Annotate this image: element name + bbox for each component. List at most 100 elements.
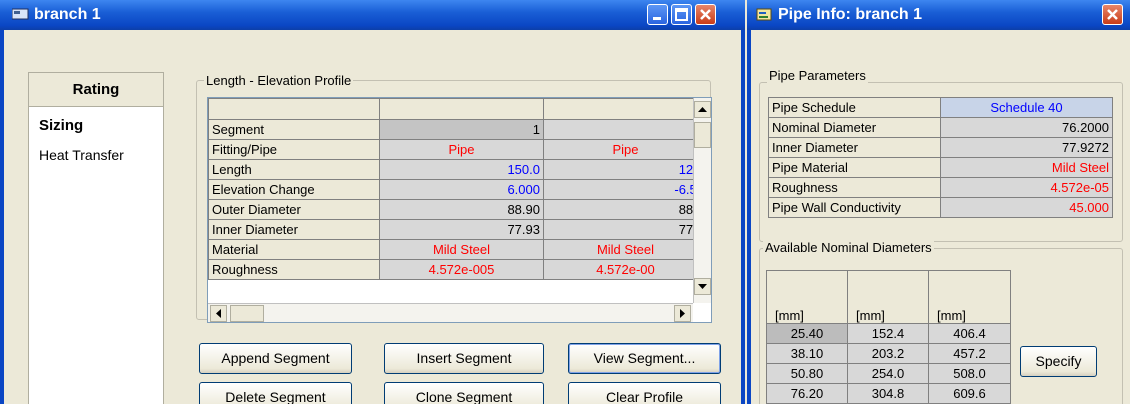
diameter-cell[interactable]: 76.20 <box>766 383 848 404</box>
param-value[interactable]: Mild Steel <box>940 157 1113 178</box>
tab-sizing-label: Sizing <box>39 117 84 134</box>
grid-cell[interactable]: 88.90 <box>379 199 544 220</box>
nominal-diameters-label: Available Nominal Diameters <box>763 240 934 255</box>
grid-header-row: [mm] [mm] [mm] <box>766 270 1011 324</box>
tab-sizing[interactable]: Sizing <box>39 117 83 134</box>
param-label: Inner Diameter <box>768 137 941 158</box>
close-icon[interactable] <box>1102 4 1123 25</box>
table-row: Fitting/Pipe Pipe Pipe <box>208 139 711 160</box>
column-header: [mm] <box>766 270 848 324</box>
delete-segment-button[interactable]: Delete Segment <box>199 382 352 404</box>
diameter-cell[interactable]: 50.80 <box>766 363 848 384</box>
window-frame-left <box>747 30 751 404</box>
pipe-window-icon <box>756 7 772 23</box>
param-value[interactable]: 45.000 <box>940 197 1113 218</box>
table-row: 76.20 304.8 609.6 <box>766 383 1011 404</box>
param-value[interactable]: 76.2000 <box>940 117 1113 138</box>
pipe-info-window: Pipe Info: branch 1 Pipe Parameters Pipe… <box>747 0 1130 404</box>
specify-button[interactable]: Specify <box>1020 346 1097 377</box>
grid-cell[interactable]: 125. <box>543 159 708 180</box>
row-label: Roughness <box>208 259 380 280</box>
param-label: Pipe Wall Conductivity <box>768 197 941 218</box>
close-icon[interactable] <box>695 4 716 25</box>
param-label: Pipe Material <box>768 157 941 178</box>
grid-cell[interactable] <box>543 119 708 140</box>
tab-heat-transfer[interactable]: Heat Transfer <box>39 147 124 163</box>
grid-cell[interactable]: 77.93 <box>379 219 544 240</box>
window-frame-right <box>741 30 745 404</box>
clone-segment-label: Clone Segment <box>415 389 513 404</box>
grid-cell[interactable]: 88.9 <box>543 199 708 220</box>
nominal-diameters-grid: [mm] [mm] [mm] 25.40 152.4 406.4 38.10 203.2 457… <box>766 270 1011 404</box>
param-label: Pipe Schedule <box>768 97 941 118</box>
diameter-cell[interactable]: 254.0 <box>847 363 929 384</box>
grid-cell[interactable]: 150.0 <box>379 159 544 180</box>
grid-cell[interactable]: Pipe <box>543 139 708 160</box>
profile-group-label: Length - Elevation Profile <box>204 73 354 88</box>
row-label: Segment <box>208 119 380 140</box>
table-row: Pipe Wall Conductivity 45.000 <box>768 197 1113 218</box>
scroll-down-icon[interactable] <box>694 278 711 295</box>
grid-vertical-scrollbar[interactable] <box>693 98 711 303</box>
param-value[interactable]: 4.572e-05 <box>940 177 1113 198</box>
append-segment-button[interactable]: Append Segment <box>199 343 352 374</box>
scroll-left-icon[interactable] <box>210 305 227 322</box>
grid-header-row <box>208 98 711 120</box>
pipe-info-title: Pipe Info: branch 1 <box>778 6 923 23</box>
view-segment-button[interactable]: View Segment... <box>568 343 721 374</box>
hscroll-thumb[interactable] <box>230 305 264 322</box>
insert-segment-button[interactable]: Insert Segment <box>384 343 544 374</box>
row-label: Fitting/Pipe <box>208 139 380 160</box>
diameter-cell[interactable]: 25.40 <box>766 323 848 344</box>
table-row: 50.80 254.0 508.0 <box>766 363 1011 384</box>
grid-horizontal-scrollbar[interactable] <box>208 303 693 322</box>
branch-window-title: branch 1 <box>34 6 101 23</box>
column-header: [mm] <box>928 270 1011 324</box>
tab-panel: Rating Sizing Heat Transfer <box>28 72 164 404</box>
grid-cell[interactable]: 4.572e-005 <box>379 259 544 280</box>
table-row: Pipe Material Mild Steel <box>768 157 1113 178</box>
grid-cell[interactable]: 1 <box>379 119 544 140</box>
table-row: Inner Diameter 77.93 77.9 <box>208 219 711 240</box>
pipe-parameters-grid: Pipe Schedule Schedule 40 Nominal Diameter… <box>768 97 1113 218</box>
row-label: Inner Diameter <box>208 219 380 240</box>
branch-window: branch 1 Rating Sizing Heat Transfer Len… <box>0 0 745 404</box>
profile-grid: Segment 1 Fitting/Pipe Pipe Pipe Length 150.0 1… <box>207 97 712 323</box>
grid-cell[interactable]: 6.000 <box>379 179 544 200</box>
table-row: Outer Diameter 88.90 88.9 <box>208 199 711 220</box>
diameter-cell[interactable]: 457.2 <box>928 343 1011 364</box>
row-label: Elevation Change <box>208 179 380 200</box>
param-value[interactable]: 77.9272 <box>940 137 1113 158</box>
diameter-cell[interactable]: 508.0 <box>928 363 1011 384</box>
param-label: Roughness <box>768 177 941 198</box>
clear-profile-label: Clear Profile <box>605 389 684 404</box>
diameter-cell[interactable]: 609.6 <box>928 383 1011 404</box>
table-row: 25.40 152.4 406.4 <box>766 323 1011 344</box>
grid-cell[interactable]: -6.50 <box>543 179 708 200</box>
grid-cell[interactable]: Mild Steel <box>543 239 708 260</box>
diameter-cell[interactable]: 203.2 <box>847 343 929 364</box>
branch-titlebar[interactable]: branch 1 <box>0 0 745 30</box>
param-label: Nominal Diameter <box>768 117 941 138</box>
clone-segment-button[interactable]: Clone Segment <box>384 382 544 404</box>
grid-cell[interactable]: 77.9 <box>543 219 708 240</box>
delete-segment-label: Delete Segment <box>225 389 326 404</box>
minimize-button[interactable] <box>647 4 668 25</box>
table-row: Roughness 4.572e-005 4.572e-00 <box>208 259 711 280</box>
scroll-right-icon[interactable] <box>674 305 691 322</box>
grid-cell[interactable]: 4.572e-00 <box>543 259 708 280</box>
diameter-cell[interactable]: 406.4 <box>928 323 1011 344</box>
grid-cell[interactable]: Pipe <box>379 139 544 160</box>
grid-cell[interactable]: Mild Steel <box>379 239 544 260</box>
pipe-info-titlebar[interactable]: Pipe Info: branch 1 <box>747 0 1130 30</box>
diameter-cell[interactable]: 152.4 <box>847 323 929 344</box>
diameter-cell[interactable]: 38.10 <box>766 343 848 364</box>
scroll-up-icon[interactable] <box>694 101 711 118</box>
maximize-button[interactable] <box>671 4 692 25</box>
diameter-cell[interactable]: 304.8 <box>847 383 929 404</box>
table-row: Inner Diameter 77.9272 <box>768 137 1113 158</box>
param-value[interactable]: Schedule 40 <box>940 97 1113 118</box>
tab-rating[interactable]: Rating <box>29 73 163 107</box>
clear-profile-button[interactable]: Clear Profile <box>568 382 721 404</box>
scroll-thumb[interactable] <box>694 122 711 148</box>
